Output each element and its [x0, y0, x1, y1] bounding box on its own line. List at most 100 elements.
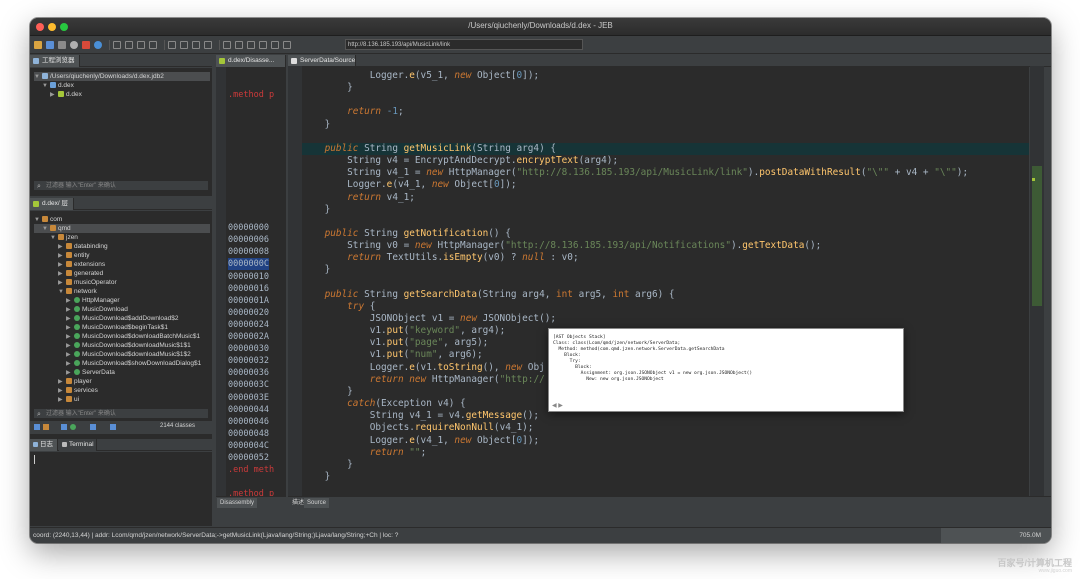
code-line[interactable]: Logger.e(v4_1, new Object[0]); — [302, 179, 516, 191]
code-line[interactable]: Logger.e(v4_1, new Object[0]); — [302, 435, 539, 447]
code-line[interactable]: String v4_1 = v4.getMessage(); — [302, 410, 539, 422]
disassembly-view[interactable]: .method p 00000000 00000006 00000008 0000000… — [216, 67, 286, 496]
toolbar-search-field[interactable]: http://8.136.185.193/api/MusicLink/link — [345, 39, 583, 50]
tree-item-class[interactable]: ▶ HttpManager — [66, 296, 120, 305]
open-folder-icon[interactable] — [34, 40, 42, 49]
disasm-line[interactable]: 0000002A — [228, 331, 269, 343]
tree-item-package[interactable]: ▶ player — [58, 377, 92, 386]
tab-log[interactable]: 日志 — [30, 439, 58, 451]
code-line[interactable]: } — [302, 386, 353, 398]
globe-icon[interactable] — [94, 40, 102, 49]
code-line[interactable]: } — [302, 459, 353, 471]
disasm-line[interactable]: .end meth — [228, 464, 274, 476]
tree-item-package[interactable]: ▶ databinding — [58, 242, 108, 251]
disasm-line[interactable]: 00000008 — [228, 246, 269, 258]
chevron-right-icon[interactable]: ▶ — [58, 396, 66, 405]
disasm-line[interactable]: 00000016 — [228, 283, 269, 295]
code-line[interactable]: v1.put("page", arg5); — [302, 337, 489, 349]
tab-disassembly[interactable]: Disassembly — [217, 498, 258, 508]
code-line[interactable]: Logger.e(v1.toString(), new Obj — [302, 362, 545, 374]
code-line[interactable]: catch(Exception v4) { — [302, 398, 466, 410]
tree-item-package[interactable]: ▶ entity — [58, 251, 90, 260]
properties-icon[interactable] — [58, 40, 66, 49]
bug-icon[interactable] — [82, 40, 90, 49]
tree-item-package[interactable]: ▶ generated — [58, 269, 103, 278]
source-code-view[interactable]: Logger.e(v5_1, new Object[0]); } return … — [288, 66, 1029, 496]
tree-item-class[interactable]: ▶ MusicDownload$beginTask$1 — [66, 323, 168, 332]
tree-item-package[interactable]: ▶ extensions — [58, 260, 105, 269]
step-over-icon[interactable] — [259, 40, 267, 49]
scroll-thumb[interactable] — [1032, 166, 1042, 306]
disasm-line[interactable]: .method p — [228, 488, 274, 496]
checkbox-public[interactable] — [61, 424, 67, 430]
code-line[interactable]: } — [302, 119, 331, 131]
rename-icon[interactable] — [125, 40, 133, 49]
code-line[interactable]: Objects.requireNonNull(v4_1); — [302, 422, 534, 434]
pause-icon[interactable] — [235, 40, 243, 49]
code-line[interactable]: String v0 = new HttpManager("http://8.13… — [302, 240, 821, 252]
step-into-icon[interactable] — [271, 40, 279, 49]
code-line[interactable]: v1.put("num", arg6); — [302, 349, 483, 361]
stop-icon[interactable] — [247, 40, 255, 49]
code-line[interactable]: Logger.e(v5_1, new Object[0]); — [302, 70, 539, 82]
checkbox-fields[interactable] — [90, 424, 96, 430]
tab-project-explorer[interactable]: 工程浏览器 — [30, 55, 80, 67]
forward-arrow-icon[interactable]: ▶ — [558, 403, 563, 409]
code-line[interactable]: } — [302, 82, 353, 94]
code-line[interactable]: return -1; — [302, 106, 403, 118]
back-arrow-icon[interactable]: ◀ — [552, 403, 557, 409]
disasm-line[interactable]: 0000001A — [228, 295, 269, 307]
tree-item-class[interactable]: ▶ MusicDownload$downloadBatchMusic$1 — [66, 332, 200, 341]
save-icon[interactable] — [46, 40, 54, 49]
hierarchy-filter-input[interactable]: ⌕ 过滤器 输入"Enter" 来确认 — [33, 408, 209, 419]
code-line[interactable]: return ""; — [302, 447, 426, 459]
code-line[interactable]: } — [302, 204, 331, 216]
chevron-down-icon[interactable]: ▼ — [42, 225, 50, 234]
disasm-line[interactable]: 00000030 — [228, 343, 269, 355]
disasm-line[interactable]: 00000044 — [228, 404, 269, 416]
step-out-icon[interactable] — [283, 40, 291, 49]
disasm-line[interactable]: 0000003E — [228, 392, 269, 404]
forward-icon[interactable] — [180, 40, 188, 49]
disasm-line[interactable]: 00000048 — [228, 428, 269, 440]
source-scrollbar[interactable] — [1030, 66, 1044, 496]
back-icon[interactable] — [168, 40, 176, 49]
checkbox-methods[interactable] — [110, 424, 116, 430]
tree-item-package[interactable]: ▼ com — [34, 215, 62, 224]
tree-item-package[interactable]: ▼ network — [58, 287, 97, 296]
settings-icon[interactable] — [70, 40, 78, 49]
disasm-line[interactable]: 00000032 — [228, 355, 269, 367]
tree-item-class[interactable]: ▶ MusicDownload$downloadMusic$1$1 — [66, 341, 191, 350]
disasm-line[interactable]: 00000020 — [228, 307, 269, 319]
tree-item-class[interactable]: ▶ MusicDownload$addDownload$2 — [66, 314, 178, 323]
run-icon[interactable] — [223, 40, 231, 49]
tree-item-package[interactable]: ▼ jzen — [50, 233, 78, 242]
tree-item-dex[interactable]: ▼ d.dex — [42, 81, 74, 90]
disasm-line[interactable]: 00000036 — [228, 367, 269, 379]
tree-item-class[interactable]: ▶ MusicDownload$showDownloadDialog$1 — [66, 359, 201, 368]
code-line[interactable]: JSONObject v1 = new JSONObject(); — [302, 313, 556, 325]
disasm-line[interactable]: 0000000C — [228, 258, 269, 271]
code-line[interactable]: try { — [302, 301, 375, 313]
memory-usage[interactable]: 705.0M — [941, 528, 1051, 543]
tree-item-package[interactable]: ▶ services — [58, 386, 98, 395]
log-output[interactable] — [30, 452, 212, 526]
code-line[interactable]: return v4_1; — [302, 192, 415, 204]
chevron-right-icon[interactable]: ▶ — [50, 91, 58, 100]
disasm-line[interactable]: 00000046 — [228, 416, 269, 428]
code-line[interactable]: return TextUtils.isEmpty(v0) ? null : v0… — [302, 252, 578, 264]
code-line[interactable]: public String getNotification() { — [302, 228, 511, 240]
tab-source[interactable]: Source — [304, 498, 330, 508]
disasm-line[interactable]: 00000010 — [228, 271, 269, 283]
decompile-icon[interactable] — [113, 40, 121, 49]
tab-terminal[interactable]: Terminal — [59, 439, 97, 451]
chevron-down-icon[interactable]: ▼ — [42, 82, 50, 91]
code-line[interactable]: } — [302, 471, 331, 483]
navigate-icon[interactable] — [192, 40, 200, 49]
graph-icon[interactable] — [204, 40, 212, 49]
tree-item-package[interactable]: ▼ qmd — [34, 224, 210, 233]
tree-item-class[interactable]: ▶ ServerData — [66, 368, 115, 377]
xref-icon[interactable] — [149, 40, 157, 49]
tree-item-project[interactable]: ▼/Users/qiuchenly/Downloads/d.dex.jdb2 — [34, 72, 210, 81]
disasm-line[interactable]: 0000003C — [228, 379, 269, 391]
